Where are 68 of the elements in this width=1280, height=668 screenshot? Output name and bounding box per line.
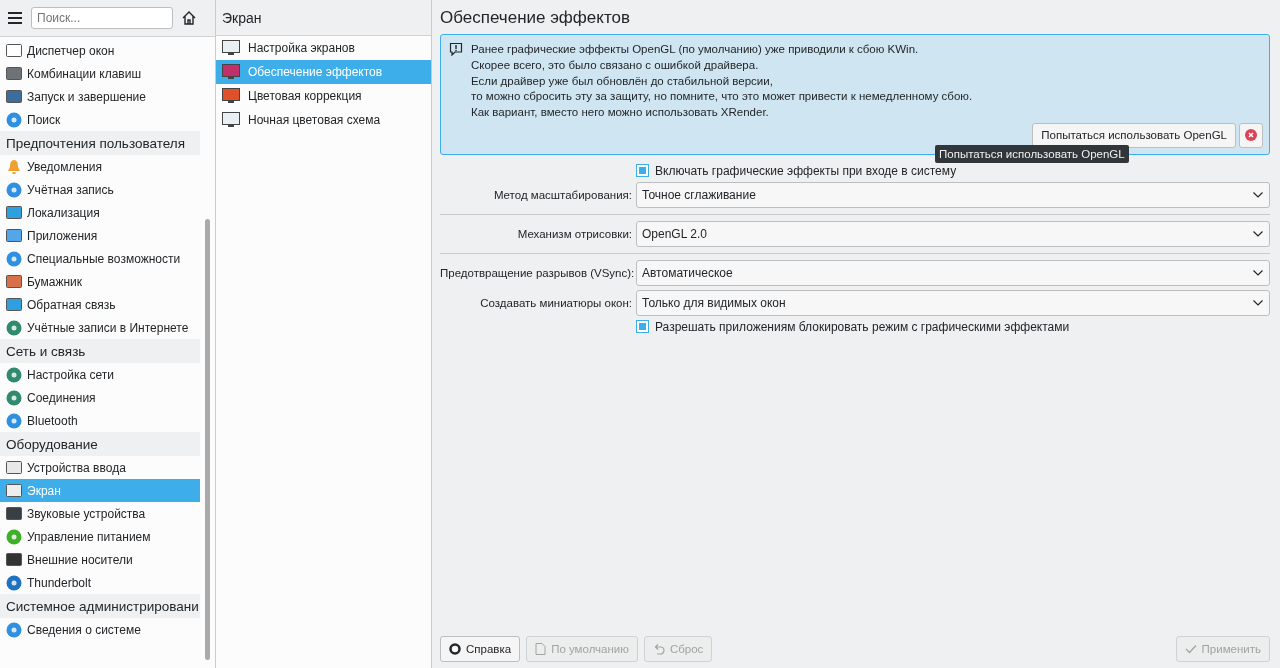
close-button[interactable] (1239, 123, 1263, 148)
sidebar-item[interactable]: Bluetooth (0, 409, 200, 432)
sidebar-item[interactable]: Управление питанием (0, 525, 200, 548)
checkbox[interactable]: Разрешать приложениям блокировать режим с графическими эффектами (636, 320, 1270, 334)
list-item[interactable]: Цветовая коррекция (216, 84, 431, 108)
warning-text: Скорее всего, это было связано с ошибкой драйвера. (471, 57, 760, 73)
sidebar-item[interactable]: Звуковые устройства (0, 502, 200, 525)
sidebar-item[interactable]: Уведомления (0, 155, 200, 178)
checkbox[interactable]: Включать графические эффекты при входе в систему (636, 164, 1270, 178)
bell-icon (6, 158, 22, 175)
warning-text: то можно сбросить эту за защиту, но помните, что это может привести к немедленному сбою. (471, 89, 973, 105)
chevron-down-icon (1253, 270, 1263, 276)
dropdown[interactable]: OpenGL 2.0 (636, 221, 1270, 247)
field-label: Метод масштабирования: (492, 189, 632, 201)
dropdown[interactable]: Точное сглаживание (636, 182, 1270, 208)
sidebar-item[interactable]: Внешние носители (0, 548, 200, 571)
section-header: Оборудование (0, 432, 200, 456)
home-icon[interactable] (182, 11, 196, 25)
checkmark-icon (1184, 644, 1197, 654)
sidebar-item[interactable]: Локализация (0, 201, 200, 224)
page-title: Обеспечение эффектов (440, 8, 631, 28)
list-item[interactable]: Настройка экранов (216, 36, 431, 60)
field-label: Создавать миниатюры окон: (479, 297, 632, 309)
window-icon (6, 42, 22, 59)
sidebar-item[interactable]: Thunderbolt (0, 571, 200, 594)
sidebar-item[interactable]: Сведения о системе (0, 618, 200, 641)
menu-icon[interactable] (8, 12, 22, 24)
section-header: Системное администрировани (0, 594, 200, 618)
footer-button[interactable]: Справка (440, 636, 521, 662)
warning-icon (449, 42, 463, 56)
warning-text: Как вариант, вместо него можно использовать XRender. (471, 105, 770, 121)
field-label: Механизм отрисовки: (516, 228, 632, 240)
sidebar-item[interactable]: Настройка сети (0, 363, 200, 386)
sidebar-item[interactable]: Запуск и завершение (0, 85, 200, 108)
section-header: Сеть и связь (0, 339, 200, 363)
scrollbar-thumb[interactable] (205, 219, 210, 660)
warning-text: Если драйвер уже был обновлён до стабильной версии, (471, 73, 774, 89)
sidebar-item[interactable]: Комбинации клавиш (0, 62, 200, 85)
sidebar-item[interactable]: Устройства ввода (0, 456, 200, 479)
sidebar-item[interactable]: Обратная связь (0, 293, 200, 316)
panel-title: Экран (216, 0, 431, 36)
dropdown[interactable]: Только для видимых окон (636, 290, 1270, 316)
sidebar-item[interactable]: Специальные возможности (0, 247, 200, 270)
undo-icon (652, 643, 665, 655)
sidebar-item[interactable]: Диспетчер окон (0, 39, 200, 62)
sidebar-item[interactable]: Учётные записи в Интернете (0, 316, 200, 339)
chevron-down-icon (1253, 192, 1263, 198)
chevron-down-icon (1253, 300, 1263, 306)
checkbox-box[interactable] (636, 320, 649, 334)
close-icon (1245, 129, 1257, 142)
dropdown[interactable]: Автоматическое (636, 260, 1270, 286)
sidebar-item[interactable]: Учётная запись (0, 178, 200, 201)
field-label: Предотвращение разрывов (VSync): (440, 267, 632, 279)
checkbox-label: Разрешать приложениям блокировать режим с графическими эффектами (655, 320, 1070, 334)
checkbox-box[interactable] (636, 164, 649, 178)
document-icon (535, 643, 547, 655)
sidebar-item[interactable]: Соединения (0, 386, 200, 409)
sidebar-item[interactable]: Приложения (0, 224, 200, 247)
search-field[interactable]: Поиск... (31, 7, 173, 29)
chevron-down-icon (1253, 231, 1263, 237)
checkbox-label: Включать графические эффекты при входе в систему (655, 164, 957, 178)
try-opengl-button[interactable]: Попытаться использовать OpenGL (1032, 123, 1236, 148)
tooltip: Попытаться использовать OpenGL (935, 145, 1129, 163)
list-item[interactable]: Ночная цветовая схема (216, 108, 431, 132)
sidebar-item[interactable]: Бумажник (0, 270, 200, 293)
sidebar-item[interactable]: Поиск (0, 108, 200, 131)
section-header: Предпочтения пользователя (0, 131, 200, 155)
warning-text: Ранее графические эффекты OpenGL (по умолчанию) уже приводили к сбою KWin. (471, 42, 920, 57)
